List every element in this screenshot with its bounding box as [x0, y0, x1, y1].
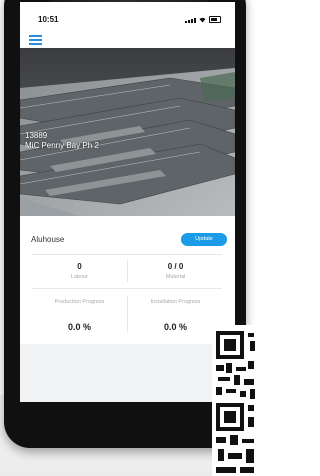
battery-icon: [209, 16, 221, 23]
divider: [32, 288, 222, 289]
material-label: Material: [165, 274, 186, 280]
installation-progress-label: Installation Progress: [150, 299, 201, 305]
labour-label: Labour: [70, 274, 89, 280]
project-summary-card: Aluhouse Update 0 Labour 0 / 0 Material …: [20, 216, 235, 344]
wifi-icon: [199, 17, 206, 23]
production-progress-label: Production Progress: [54, 299, 105, 305]
project-hero-image: 13889 MiC Penny Bay Ph 2: [20, 48, 235, 216]
material-value: 0 / 0: [167, 262, 184, 271]
tablet-device: 10:51 13889 MiC Penny Bay Ph 2 Aluhouse …: [4, 0, 246, 448]
status-icons: [185, 16, 221, 23]
divider: [32, 254, 222, 255]
production-progress-value: 0.0 %: [67, 322, 91, 332]
modular-buildings-render: [20, 48, 235, 216]
qr-code-icon: [212, 325, 257, 476]
installation-progress-value: 0.0 %: [163, 322, 187, 332]
labour-value: 0: [77, 262, 82, 271]
signal-icon: [185, 18, 196, 23]
update-button[interactable]: Update: [181, 233, 227, 246]
status-bar: 10:51: [20, 2, 235, 32]
hamburger-menu-icon[interactable]: [29, 35, 42, 45]
project-code: 13889: [25, 131, 48, 140]
app-screen: 10:51 13889 MiC Penny Bay Ph 2 Aluhouse …: [20, 2, 235, 402]
company-name: Aluhouse: [31, 235, 65, 244]
status-time: 10:51: [38, 15, 59, 24]
app-header: [20, 32, 235, 48]
project-name: MiC Penny Bay Ph 2: [25, 141, 99, 150]
